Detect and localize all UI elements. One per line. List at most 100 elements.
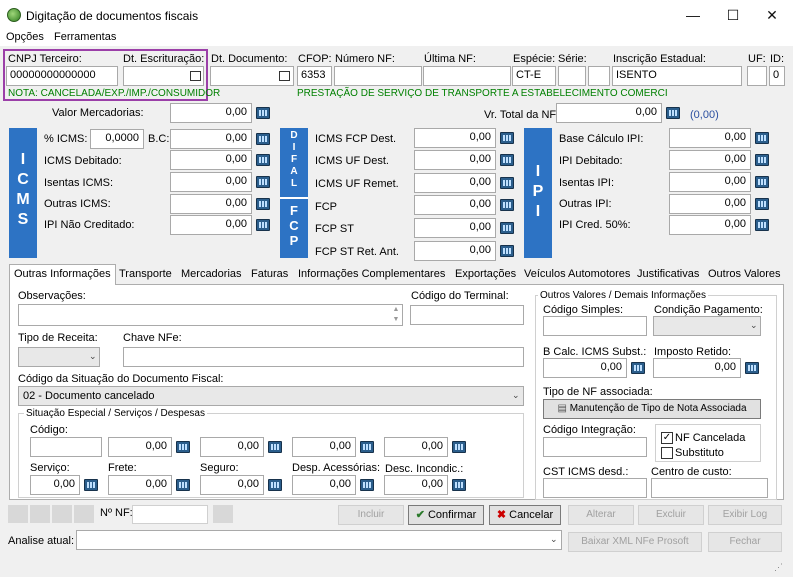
search-nf-button[interactable] — [213, 505, 233, 523]
codigo-integracao-input[interactable] — [543, 437, 647, 457]
ie-input[interactable]: ISENTO — [612, 66, 742, 86]
nnf-input[interactable] — [132, 505, 208, 524]
serie-input[interactable] — [558, 66, 586, 86]
menu-ferramentas[interactable]: Ferramentas — [54, 31, 116, 43]
calculator-icon[interactable] — [500, 177, 514, 189]
especial-value-2[interactable]: 0,00 — [200, 437, 264, 457]
cst-icms-input[interactable] — [543, 478, 647, 498]
cancelar-button[interactable]: ✖ Cancelar — [489, 505, 561, 525]
codigo-input[interactable] — [30, 437, 102, 457]
desp-acessorias-input[interactable]: 0,00 — [292, 475, 356, 495]
bc-icms-subst-input[interactable]: 0,00 — [543, 358, 627, 378]
numero-nf-input[interactable] — [334, 66, 422, 86]
baixar-xml-button[interactable]: Baixar XML NFe Prosoft — [568, 532, 702, 552]
tab-transporte[interactable]: Transporte — [115, 265, 176, 284]
calendar-icon[interactable] — [279, 71, 290, 81]
calculator-icon[interactable] — [500, 199, 514, 211]
icms-uf-remet-input[interactable]: 0,00 — [414, 173, 496, 193]
outras-icms-input[interactable]: 0,00 — [170, 194, 252, 214]
calculator-icon[interactable] — [268, 479, 282, 491]
servico-input[interactable]: 0,00 — [30, 475, 80, 495]
calculator-icon[interactable] — [452, 441, 466, 453]
fcp-st-input[interactable]: 0,00 — [414, 218, 496, 238]
observacoes-input[interactable] — [18, 304, 403, 326]
tipo-receita-select[interactable] — [18, 347, 100, 367]
nav-next-button[interactable] — [52, 505, 72, 523]
calculator-icon[interactable] — [745, 362, 759, 374]
icms-debitado-input[interactable]: 0,00 — [170, 150, 252, 170]
chave-nfe-input[interactable] — [123, 347, 524, 367]
calculator-icon[interactable] — [755, 198, 769, 210]
calculator-icon[interactable] — [256, 154, 270, 166]
tab-informacoes-complementares[interactable]: Informações Complementares — [294, 265, 449, 284]
calculator-icon[interactable] — [256, 219, 270, 231]
ultima-nf-input[interactable] — [423, 66, 511, 86]
calculator-icon[interactable] — [256, 198, 270, 210]
perc-icms-input[interactable]: 0,0000 — [90, 129, 144, 149]
calculator-icon[interactable] — [755, 132, 769, 144]
fechar-button[interactable]: Fechar — [708, 532, 782, 552]
calculator-icon[interactable] — [176, 479, 190, 491]
situacao-select[interactable]: 02 - Documento cancelado — [18, 386, 524, 406]
especie-input[interactable]: CT-E — [512, 66, 556, 86]
calculator-icon[interactable] — [500, 245, 514, 257]
fcp-st-ret-ant-input[interactable]: 0,00 — [414, 241, 496, 261]
tab-outras-informacoes[interactable]: Outras Informações — [9, 264, 116, 285]
excluir-button[interactable]: Excluir — [638, 505, 704, 525]
calculator-icon[interactable] — [500, 154, 514, 166]
icms-uf-dest-input[interactable]: 0,00 — [414, 150, 496, 170]
tab-justificativas[interactable]: Justificativas — [633, 265, 703, 284]
calculator-icon[interactable] — [755, 176, 769, 188]
imposto-retido-input[interactable]: 0,00 — [653, 358, 741, 378]
icms-fcp-dest-input[interactable]: 0,00 — [414, 128, 496, 148]
calendar-icon[interactable] — [190, 71, 201, 81]
especial-value-4[interactable]: 0,00 — [384, 437, 448, 457]
calculator-icon[interactable] — [256, 176, 270, 188]
frete-input[interactable]: 0,00 — [108, 475, 172, 495]
cnpj-input[interactable]: 00000000000000 — [6, 66, 118, 86]
close-button[interactable]: ✕ — [752, 0, 792, 30]
codigo-terminal-input[interactable] — [410, 305, 524, 325]
calculator-icon[interactable] — [176, 441, 190, 453]
outras-ipi-input[interactable]: 0,00 — [669, 194, 751, 214]
nav-first-button[interactable] — [8, 505, 28, 523]
scroll-arrows-icon[interactable]: ▲ ▼ — [390, 305, 402, 325]
tab-faturas[interactable]: Faturas — [247, 265, 292, 284]
ipi-nao-creditado-input[interactable]: 0,00 — [170, 215, 252, 235]
substituto-checkbox[interactable] — [661, 447, 673, 459]
isentas-ipi-input[interactable]: 0,00 — [669, 172, 751, 192]
especial-value-1[interactable]: 0,00 — [108, 437, 172, 457]
tab-mercadorias[interactable]: Mercadorias — [177, 265, 246, 284]
calculator-icon[interactable] — [360, 441, 374, 453]
confirmar-button[interactable]: ✔ Confirmar — [408, 505, 484, 525]
calculator-icon[interactable] — [755, 154, 769, 166]
calculator-icon[interactable] — [256, 107, 270, 119]
manutencao-tipo-nota-button[interactable]: ▤ Manutenção de Tipo de Nota Associada — [543, 399, 761, 419]
calculator-icon[interactable] — [360, 479, 374, 491]
total-nf-input[interactable]: 0,00 — [556, 103, 662, 123]
especial-value-3[interactable]: 0,00 — [292, 437, 356, 457]
centro-custo-input[interactable] — [651, 478, 768, 498]
exibir-log-button[interactable]: Exibir Log — [708, 505, 782, 525]
base-calculo-ipi-input[interactable]: 0,00 — [669, 128, 751, 148]
nav-last-button[interactable] — [74, 505, 94, 523]
calculator-icon[interactable] — [268, 441, 282, 453]
alterar-button[interactable]: Alterar — [568, 505, 634, 525]
cfop-input[interactable]: 6353 — [297, 66, 332, 86]
tab-exportacoes[interactable]: Exportações — [451, 265, 520, 284]
calculator-icon[interactable] — [452, 479, 466, 491]
condicao-pagamento-select[interactable] — [653, 316, 761, 336]
codigo-simples-input[interactable] — [543, 316, 647, 336]
calculator-icon[interactable] — [256, 133, 270, 145]
maximize-button[interactable]: ☐ — [713, 0, 753, 30]
tab-veiculos-automotores[interactable]: Veículos Automotores — [520, 265, 634, 284]
ipi-debitado-input[interactable]: 0,00 — [669, 150, 751, 170]
menu-opcoes[interactable]: Opções — [6, 31, 44, 43]
minimize-button[interactable]: — — [673, 0, 713, 30]
resize-grip-icon[interactable]: ⋰ — [774, 562, 783, 573]
calculator-icon[interactable] — [631, 362, 645, 374]
tab-outros-valores[interactable]: Outros Valores — [704, 265, 785, 284]
desc-incondic-input[interactable]: 0,00 — [384, 475, 448, 495]
calculator-icon[interactable] — [500, 222, 514, 234]
ipi-cred-input[interactable]: 0,00 — [669, 215, 751, 235]
